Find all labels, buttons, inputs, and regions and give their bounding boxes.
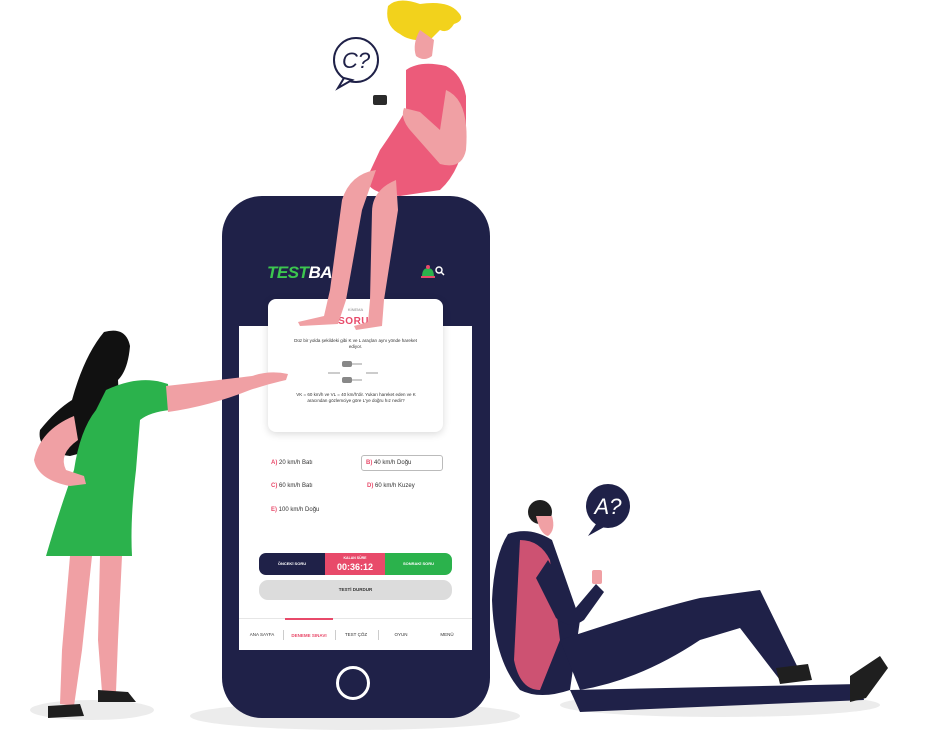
question-bubble-a: A? bbox=[586, 484, 630, 536]
bubble-text-a: A? bbox=[593, 494, 623, 519]
reclining-man-figure: A? bbox=[492, 484, 888, 712]
illustration-scene: TESTBAN KİNEMA SORU- Düz bir yolda şekil… bbox=[0, 0, 936, 740]
